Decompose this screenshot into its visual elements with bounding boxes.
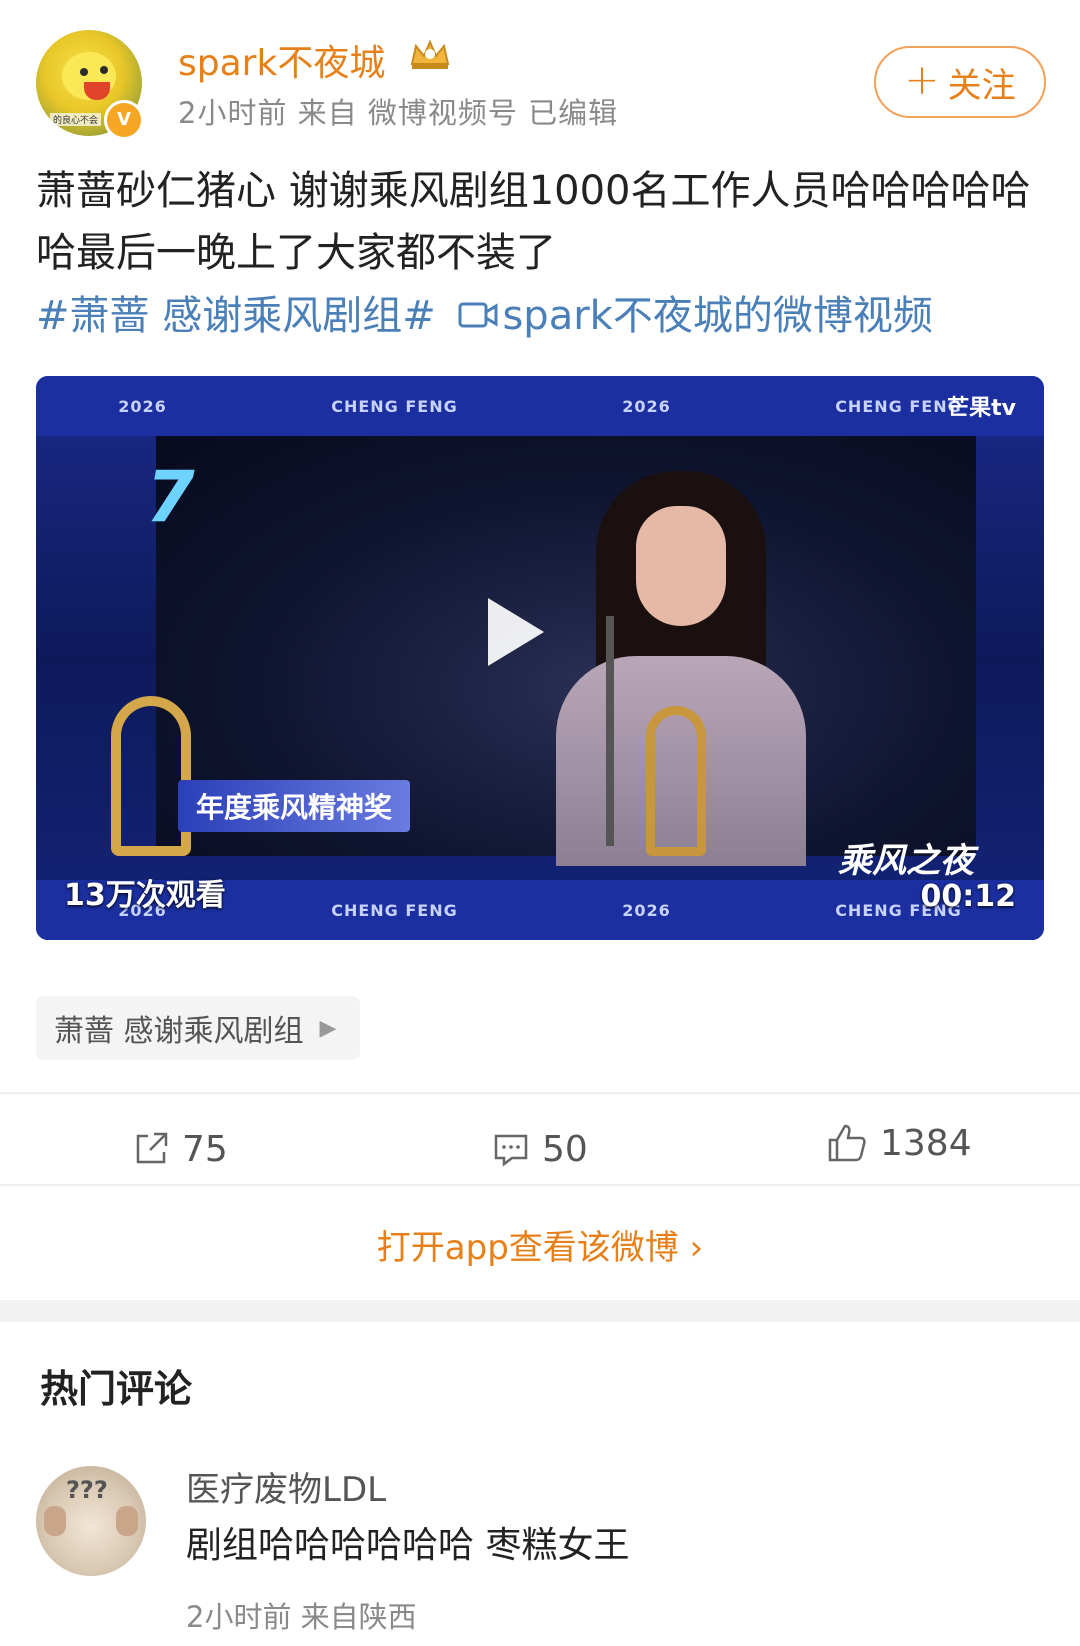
microphone-icon xyxy=(606,616,614,846)
hot-comments-title: 热门评论 xyxy=(40,1367,193,1411)
verified-badge-icon: V xyxy=(104,100,144,140)
trophy-icon xyxy=(111,696,191,856)
post-links: #萧蔷 感谢乘风剧组# spark不夜城的微博视频 xyxy=(36,285,1046,347)
video-player[interactable]: 2026 CHENG FENG 2026 CHENG FENG 芒果tv 7 年度乘… xyxy=(36,376,1044,940)
chevron-right-icon: ▶ xyxy=(319,1015,337,1041)
comment-button[interactable]: 50 xyxy=(492,1118,588,1180)
divider xyxy=(0,1092,1080,1094)
show-logo-icon: 7 xyxy=(146,456,195,538)
comment-icon xyxy=(494,1134,528,1167)
video-top-banner: 2026 CHENG FENG 2026 CHENG FENG xyxy=(36,376,1044,436)
open-app-link[interactable]: 打开app查看该微博 › xyxy=(0,1220,1080,1269)
video-brand: 芒果tv xyxy=(947,396,1016,421)
show-title: 乘风之夜 xyxy=(838,841,974,881)
topic-chip-label: 萧蔷 感谢乘风剧组 xyxy=(54,1014,304,1049)
hashtag-link[interactable]: #萧蔷 感谢乘风剧组# xyxy=(36,293,436,339)
divider xyxy=(0,1184,1080,1186)
comment-meta: 2小时前 来自陕西 xyxy=(186,1600,417,1634)
video-link-icon xyxy=(458,302,498,328)
repost-count: 75 xyxy=(182,1128,228,1170)
video-duration: 00:12 xyxy=(920,879,1017,914)
crown-badge-icon xyxy=(410,39,450,69)
follow-button[interactable]: + 关注 xyxy=(874,46,1046,118)
section-separator xyxy=(0,1300,1080,1322)
share-icon xyxy=(136,1132,168,1164)
comment-text: 剧组哈哈哈哈哈哈 枣糕女王 xyxy=(186,1525,630,1566)
comment-count: 50 xyxy=(542,1128,588,1170)
like-count: 1384 xyxy=(880,1122,972,1164)
award-caption: 年度乘风精神奖 xyxy=(178,780,411,832)
thumbs-up-icon xyxy=(828,1124,866,1162)
video-link[interactable]: spark不夜城的微博视频 xyxy=(502,293,932,339)
comment-author[interactable]: 医疗废物LDL xyxy=(186,1462,386,1511)
topic-chip[interactable]: 萧蔷 感谢乘风剧组 ▶ xyxy=(36,996,361,1060)
post-meta: 2小时前 来自 微博视频号 已编辑 xyxy=(178,96,619,130)
plus-icon: + xyxy=(904,55,940,104)
post-text: 萧蔷砂仁猪心 谢谢乘风剧组1000名工作人员哈哈哈哈哈哈最后一晚上了大家都不装了 xyxy=(36,168,1031,276)
repost-button[interactable]: 75 xyxy=(132,1118,228,1180)
play-icon[interactable] xyxy=(488,598,544,666)
author-name[interactable]: spark不夜城 xyxy=(178,34,385,86)
view-count: 13万次观看 xyxy=(64,878,226,913)
follow-label: 关注 xyxy=(947,65,1016,106)
trophy-icon xyxy=(646,706,706,856)
comment-avatar[interactable]: ??? xyxy=(36,1466,146,1576)
like-button[interactable]: 1384 xyxy=(826,1112,972,1174)
